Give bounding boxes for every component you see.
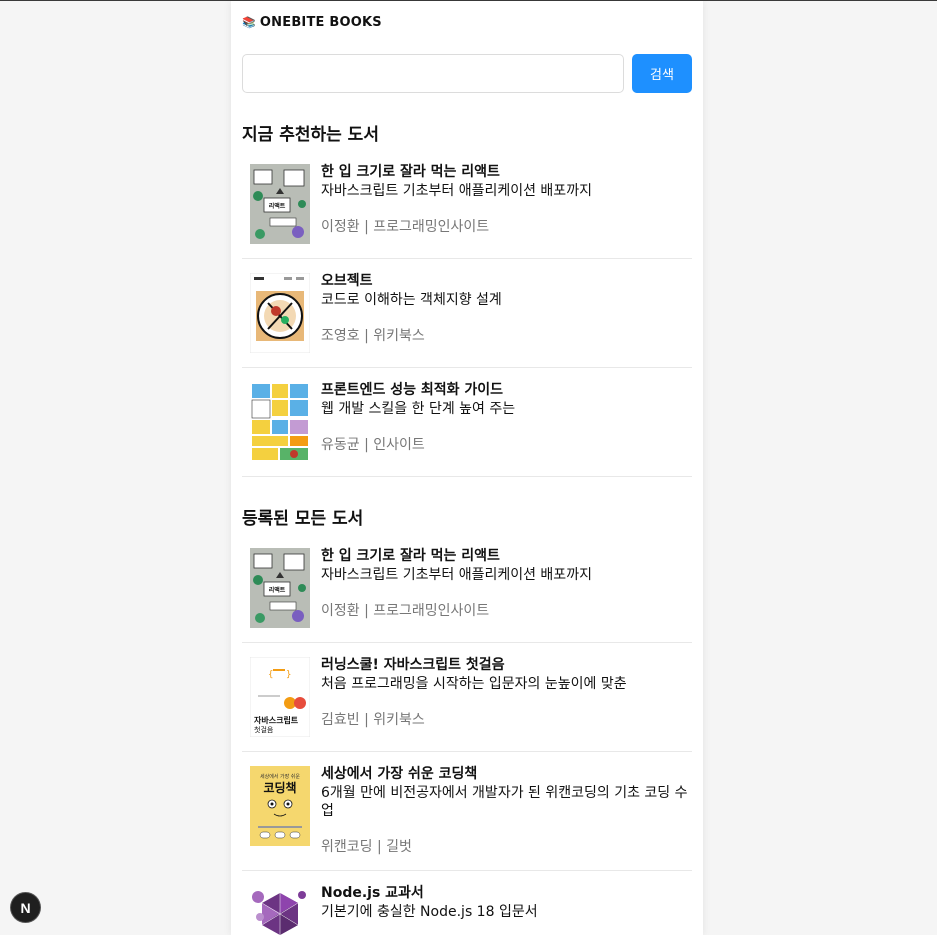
book-subtitle: 자바스크립트 기초부터 애플리케이션 배포까지 [321, 567, 592, 583]
book-info: 한 입 크기로 잘라 먹는 리액트 자바스크립트 기초부터 애플리케이션 배포까… [321, 164, 592, 244]
book-item[interactable]: 리액트 한 입 크기로 잘라 먹는 리액트 자바스크립트 기초부터 애플리케이션… [242, 150, 692, 259]
cover-top-text: 세상에서 가장 쉬운 [260, 773, 300, 780]
book-meta: 조영호 | 위키북스 [321, 328, 425, 344]
search-bar: 검색 [242, 54, 692, 94]
book-subtitle: 기본기에 충실한 Node.js 18 입문서 [321, 904, 538, 920]
book-info: Node.js 교과서 기본기에 충실한 Node.js 18 입문서 [321, 885, 538, 935]
svg-text:}: } [286, 670, 291, 680]
book-title: 한 입 크기로 잘라 먹는 리액트 [321, 548, 500, 564]
books-icon: 📚 [242, 16, 256, 29]
book-meta: 김효빈 | 위키북스 [321, 712, 425, 728]
book-meta: 이정환 | 프로그래밍인사이트 [321, 603, 490, 619]
cover-title-text: 리액트 [269, 202, 286, 210]
book-title: Node.js 교과서 [321, 885, 424, 901]
n-logo-icon: N [20, 899, 31, 916]
book-cover-image: 세상에서 가장 쉬운 코딩책 [250, 766, 310, 846]
cover-title-text: 코딩책 [263, 780, 296, 795]
book-item[interactable]: 리액트 한 입 크기로 잘라 먹는 리액트 자바스크립트 기초부터 애플리케이션… [242, 534, 692, 643]
book-cover-image: { } 자바스크립트 첫걸음 [250, 657, 310, 737]
search-input[interactable] [242, 54, 624, 93]
site-logo[interactable]: 📚 ONEBITE BOOKS [242, 1, 692, 44]
cover-title-text: 리액트 [269, 586, 286, 594]
page-container: 📚 ONEBITE BOOKS 검색 지금 추천하는 도서 리액트 한 입 크기… [231, 1, 703, 935]
book-cover-image [250, 885, 310, 935]
section-title-all: 등록된 모든 도서 [242, 509, 364, 529]
book-info: 세상에서 가장 쉬운 코딩책 6개월 만에 비전공자에서 개발자가 된 위캔코딩… [321, 766, 692, 856]
book-title: 오브젝트 [321, 273, 373, 289]
book-info: 러닝스쿨! 자바스크립트 첫걸음 처음 프로그래밍을 시작하는 입문자의 눈높이… [321, 657, 627, 737]
book-subtitle: 6개월 만에 비전공자에서 개발자가 된 위캔코딩의 기초 코딩 수업 [321, 785, 688, 819]
book-meta: 이정환 | 프로그래밍인사이트 [321, 219, 490, 235]
cover-subtitle-text: 첫걸음 [254, 726, 274, 734]
all-book-list: 리액트 한 입 크기로 잘라 먹는 리액트 자바스크립트 기초부터 애플리케이션… [242, 534, 692, 935]
book-cover-image: 리액트 [250, 548, 310, 628]
svg-text:{: { [268, 670, 273, 680]
book-info: 오브젝트 코드로 이해하는 객체지향 설계 조영호 | 위키북스 [321, 273, 502, 353]
book-title: 세상에서 가장 쉬운 코딩책 [321, 766, 478, 782]
book-info: 한 입 크기로 잘라 먹는 리액트 자바스크립트 기초부터 애플리케이션 배포까… [321, 548, 592, 628]
book-item[interactable]: Node.js 교과서 기본기에 충실한 Node.js 18 입문서 [242, 871, 692, 935]
book-item[interactable]: { } 자바스크립트 첫걸음 러닝스쿨! 자바스크립트 첫걸음 처음 프로그래밍… [242, 643, 692, 752]
book-item[interactable]: 오브젝트 코드로 이해하는 객체지향 설계 조영호 | 위키북스 [242, 259, 692, 368]
search-button[interactable]: 검색 [632, 54, 692, 93]
book-subtitle: 처음 프로그래밍을 시작하는 입문자의 눈높이에 맞춘 [321, 676, 627, 692]
book-subtitle: 코드로 이해하는 객체지향 설계 [321, 292, 502, 308]
book-cover-image: 리액트 [250, 164, 310, 244]
cover-title-text: 자바스크립트 [254, 715, 299, 725]
book-item[interactable]: 세상에서 가장 쉬운 코딩책 세상에서 가장 쉬운 코딩책 6개월 만에 비전공… [242, 752, 692, 871]
book-title: 프론트엔드 성능 최적화 가이드 [321, 382, 504, 398]
book-meta: 위캔코딩 | 길벗 [321, 839, 412, 855]
book-cover-image [250, 273, 310, 353]
recommended-book-list: 리액트 한 입 크기로 잘라 먹는 리액트 자바스크립트 기초부터 애플리케이션… [242, 150, 692, 477]
section-title-recommended: 지금 추천하는 도서 [242, 125, 379, 145]
book-meta: 유동균 | 인사이트 [321, 437, 425, 453]
book-cover-image [250, 382, 310, 462]
book-item[interactable]: 프론트엔드 성능 최적화 가이드 웹 개발 스킬을 한 단계 높여 주는 유동균… [242, 368, 692, 477]
book-info: 프론트엔드 성능 최적화 가이드 웹 개발 스킬을 한 단계 높여 주는 유동균… [321, 382, 515, 462]
book-subtitle: 자바스크립트 기초부터 애플리케이션 배포까지 [321, 183, 592, 199]
nextjs-dev-indicator-button[interactable]: N [11, 893, 40, 922]
book-subtitle: 웹 개발 스킬을 한 단계 높여 주는 [321, 401, 516, 417]
logo-text: ONEBITE BOOKS [259, 15, 382, 30]
book-title: 러닝스쿨! 자바스크립트 첫걸음 [321, 657, 505, 673]
book-title: 한 입 크기로 잘라 먹는 리액트 [321, 164, 500, 180]
